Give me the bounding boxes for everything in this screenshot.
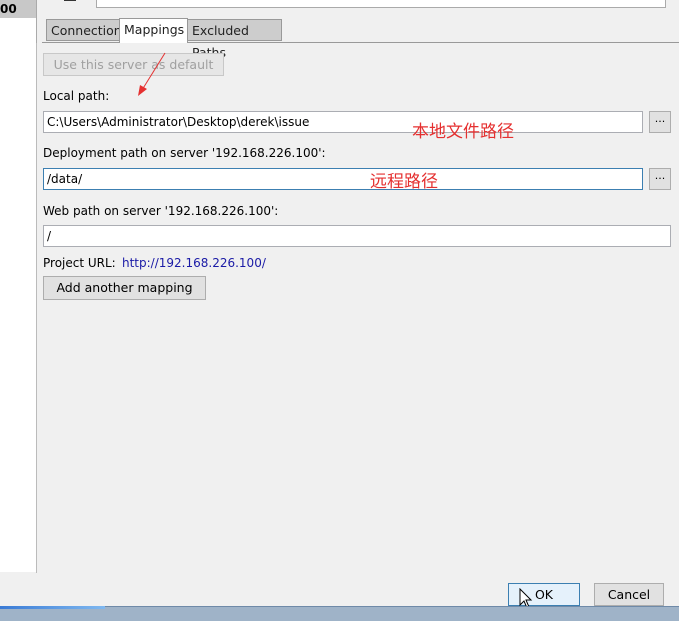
server-name-input[interactable] [96, 0, 666, 8]
panel-border [36, 43, 37, 573]
progress-bar [0, 606, 105, 609]
cancel-button[interactable]: Cancel [594, 583, 664, 606]
local-path-input[interactable]: C:\Users\Administrator\Desktop\derek\iss… [43, 111, 643, 133]
tab-excluded-paths[interactable]: Excluded Paths [187, 19, 282, 60]
server-list-item-selected[interactable]: 00 [0, 0, 36, 18]
add-mapping-button[interactable]: Add another mapping [43, 276, 206, 300]
local-path-label: Local path: [43, 89, 110, 103]
annotation-local: 本地文件路径 [412, 122, 514, 142]
server-list[interactable] [0, 0, 37, 572]
annotation-arrow [138, 52, 166, 96]
deployment-path-label: Deployment path on server '192.168.226.1… [43, 146, 326, 160]
web-path-label: Web path on server '192.168.226.100': [43, 204, 279, 218]
web-path-input[interactable]: / [43, 225, 671, 247]
deployment-path-browse-button[interactable]: ... [649, 168, 671, 190]
deployment-path-input[interactable]: /data/ [43, 168, 643, 190]
tab-connection[interactable]: Connection [46, 19, 122, 41]
local-path-browse-button[interactable]: ... [649, 111, 671, 133]
project-url-link[interactable]: http://192.168.226.100/ [122, 256, 266, 270]
project-url-label: Project URL: [43, 256, 116, 270]
annotation-remote: 远程路径 [370, 172, 438, 192]
divider [64, 0, 76, 2]
tab-mappings[interactable]: Mappings [119, 18, 188, 43]
